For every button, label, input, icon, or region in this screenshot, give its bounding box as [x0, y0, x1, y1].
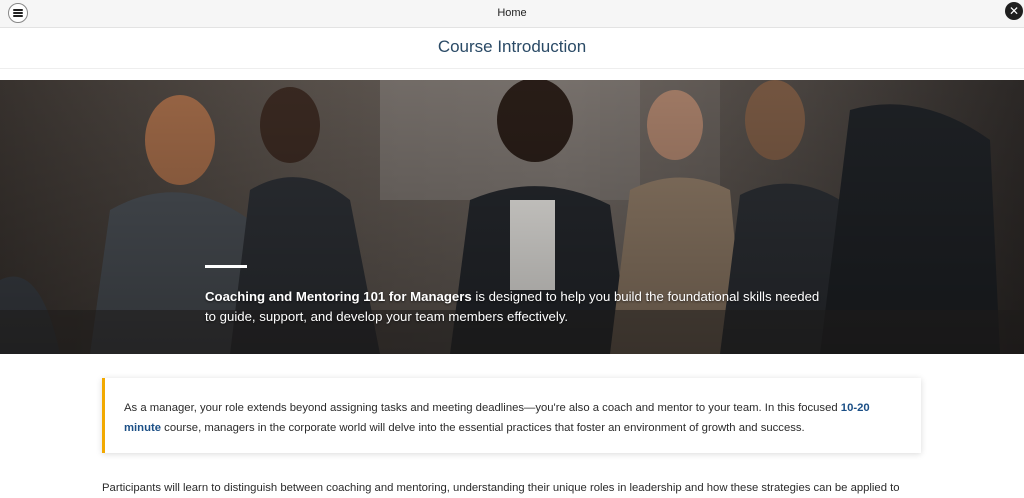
callout-text: As a manager, your role extends beyond a…: [124, 398, 904, 438]
callout-text-after: course, managers in the corporate world …: [161, 422, 805, 434]
hero-accent-rule: [205, 265, 247, 268]
body-paragraph: Participants will learn to distinguish b…: [102, 482, 900, 494]
divider: [0, 68, 1024, 69]
course-name: Coaching and Mentoring 101 for Managers: [205, 289, 472, 304]
top-bar-title: Home: [497, 7, 527, 19]
close-button[interactable]: ✕: [1005, 2, 1023, 20]
hero-banner: Coaching and Mentoring 101 for Managers …: [0, 80, 1024, 354]
callout-text-before: As a manager, your role extends beyond a…: [124, 402, 841, 414]
close-icon: ✕: [1008, 4, 1020, 18]
hero-description: Coaching and Mentoring 101 for Managers …: [205, 287, 825, 327]
page-title: Course Introduction: [437, 37, 587, 56]
top-bar: Home ✕: [0, 0, 1024, 28]
intro-callout: As a manager, your role extends beyond a…: [102, 378, 921, 453]
